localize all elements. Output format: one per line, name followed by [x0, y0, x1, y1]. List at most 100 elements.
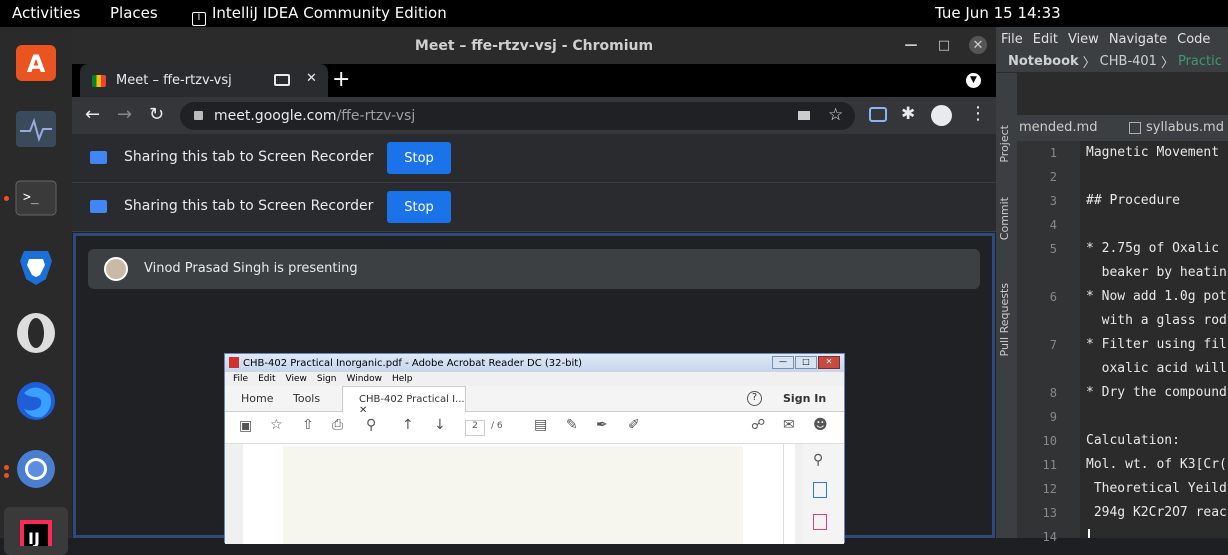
tool-tab-project[interactable]: Project: [998, 125, 1011, 163]
camera-icon[interactable]: [798, 111, 810, 120]
ide-menu-navigate[interactable]: Navigate: [1109, 32, 1167, 47]
code-line: Theoretical Yeild: [1086, 481, 1227, 496]
line-number: 10: [1042, 434, 1057, 448]
bookmark-star-icon[interactable]: ☆: [828, 105, 843, 125]
code-editor[interactable]: Magnetic Movement ## Procedure * 2.75g o…: [1080, 141, 1228, 538]
editor-tab[interactable]: syllabus.md: [1146, 120, 1224, 135]
upload-icon: ⇧: [302, 417, 314, 433]
app-menu[interactable]: I IntelliJ IDEA Community Edition: [192, 4, 447, 26]
tab-close-icon[interactable]: ✕: [306, 71, 317, 86]
acrobat-tabs: Home Tools CHB-402 Practical I... ✕ ? Si…: [225, 386, 844, 416]
places-menu[interactable]: Places: [110, 4, 158, 22]
sign-icon: ✒: [596, 417, 608, 433]
line-number: [1017, 357, 1057, 381]
add-user-icon: ☻: [813, 417, 828, 433]
firefox-icon[interactable]: [12, 377, 60, 425]
screen-recorder-icon[interactable]: [869, 107, 887, 122]
new-tab-icon[interactable]: +: [332, 67, 350, 92]
ide-menu-file[interactable]: File: [1001, 32, 1023, 47]
save-icon: ▣: [239, 418, 253, 434]
opera-icon[interactable]: [12, 309, 60, 357]
reload-icon[interactable]: ↻: [149, 104, 164, 125]
acrobat-tab-tools: Tools: [293, 392, 321, 405]
line-number: [1017, 261, 1057, 285]
window-titlebar[interactable]: Meet – ffe-rtzv-vsj - Chromium — □ ✕: [72, 27, 996, 64]
ide-menu-edit[interactable]: Edit: [1033, 32, 1058, 47]
acrobat-menu-item: Sign: [316, 374, 337, 384]
export-pdf-icon: [813, 482, 827, 498]
intellij-icon[interactable]: IJ: [4, 507, 68, 555]
line-number: 11: [1042, 458, 1057, 472]
chevron-right-icon: 〉: [1160, 56, 1174, 71]
app-name: IntelliJ IDEA Community Edition: [212, 4, 447, 22]
close-icon[interactable]: ✕: [969, 36, 987, 54]
browser-tab[interactable]: Meet – ffe-rtzv-vsj ✕: [80, 64, 328, 97]
toolbar: ← → ↻ meet.google.com/ffe-rtzv-vsj ☆ ✱ ⋮: [72, 97, 996, 134]
acrobat-title: CHB-402 Practical Inorganic.pdf - Adobe …: [243, 357, 583, 369]
system-monitor-icon[interactable]: [12, 105, 60, 153]
back-icon[interactable]: ←: [85, 104, 100, 125]
address-bar[interactable]: meet.google.com/ffe-rtzv-vsj ☆: [180, 102, 855, 130]
page-up-icon: ↑: [402, 417, 414, 433]
mail-icon: ✉: [783, 417, 795, 433]
tab-media-icon[interactable]: [274, 74, 290, 86]
activities-button[interactable]: Activities: [12, 4, 80, 22]
breadcrumb: Notebook 〉 CHB-401 〉 Practic: [996, 51, 1228, 73]
stop-sharing-button[interactable]: Stop: [387, 142, 451, 174]
acrobat-tab-home: Home: [241, 392, 274, 405]
ide-menu-code[interactable]: Code: [1177, 32, 1210, 47]
acrobat-menubar: File Edit View Sign Window Help: [225, 372, 844, 386]
infobar-text: Sharing this tab to Screen Recorder: [124, 149, 374, 165]
extensions-icon[interactable]: ✱: [901, 104, 915, 124]
acrobat-doc-tab-label: CHB-402 Practical I...: [359, 394, 465, 405]
acrobat-menu-item: Help: [392, 374, 413, 384]
breadcrumb-item[interactable]: Practic: [1178, 54, 1222, 69]
editor-tab[interactable]: mended.md: [1019, 120, 1097, 135]
breadcrumb-item[interactable]: CHB-401: [1100, 54, 1157, 69]
zoom-icon: ⚲: [366, 417, 377, 433]
code-line: Mol. wt. of K3[Cr(: [1086, 457, 1227, 472]
svg-text:>_: >_: [23, 190, 39, 205]
code-line: * 2.75g of Oxalic: [1086, 241, 1220, 256]
terminal-icon[interactable]: >_: [12, 173, 60, 221]
svg-text:A: A: [27, 50, 46, 78]
lock-icon: [194, 111, 203, 120]
infobar-text: Sharing this tab to Screen Recorder: [124, 198, 374, 214]
forward-icon[interactable]: →: [117, 104, 132, 125]
clock[interactable]: Tue Jun 15 14:33: [935, 4, 1061, 22]
minimize-icon[interactable]: —: [902, 36, 920, 54]
acrobat-document-area: ⚲: [225, 444, 844, 544]
edit-icon: ✐: [628, 417, 640, 433]
chromium-window: Meet – ffe-rtzv-vsj - Chromium — □ ✕ Mee…: [72, 27, 996, 544]
code-line: * Dry the compound: [1086, 385, 1227, 400]
line-number: 12: [1042, 482, 1057, 496]
maximize-icon[interactable]: □: [935, 36, 953, 54]
line-number: 9: [1049, 410, 1057, 424]
tool-tab-pull-requests[interactable]: Pull Requests: [998, 283, 1011, 356]
line-number: 13: [1042, 506, 1057, 520]
acrobat-menu-item: Edit: [258, 374, 276, 384]
intellij-window: File Edit View Navigate Code Notebook 〉 …: [996, 27, 1228, 544]
meet-stage: Vinod Prasad Singh is presenting CHB-402…: [73, 233, 995, 544]
acrobat-tab-document: CHB-402 Practical I... ✕: [342, 386, 466, 416]
brave-icon[interactable]: [12, 241, 60, 289]
chromium-icon[interactable]: [12, 445, 60, 493]
breadcrumb-item[interactable]: Notebook: [1008, 54, 1079, 69]
page-total: / 6: [491, 421, 503, 431]
tool-tab-commit[interactable]: Commit: [998, 197, 1011, 240]
highlight-icon: ✎: [566, 417, 578, 433]
line-number: 3: [1049, 194, 1057, 208]
ide-menu-view[interactable]: View: [1068, 32, 1099, 47]
organize-pages-icon: [813, 514, 827, 530]
page-down-icon: ↓: [434, 417, 446, 433]
sharing-infobar: Sharing this tab to Screen Recorder Stop: [72, 134, 996, 183]
profile-avatar-icon[interactable]: [931, 105, 952, 126]
menu-kebab-icon[interactable]: ⋮: [969, 103, 987, 124]
line-number: 1: [1049, 146, 1057, 160]
tab-search-icon[interactable]: ▼: [966, 73, 981, 88]
ubuntu-software-icon[interactable]: A: [12, 37, 60, 85]
code-line: with a glass rod: [1086, 313, 1227, 328]
line-number: 7: [1049, 338, 1057, 352]
meet-favicon-icon: [92, 74, 106, 87]
stop-sharing-button[interactable]: Stop: [387, 191, 451, 223]
